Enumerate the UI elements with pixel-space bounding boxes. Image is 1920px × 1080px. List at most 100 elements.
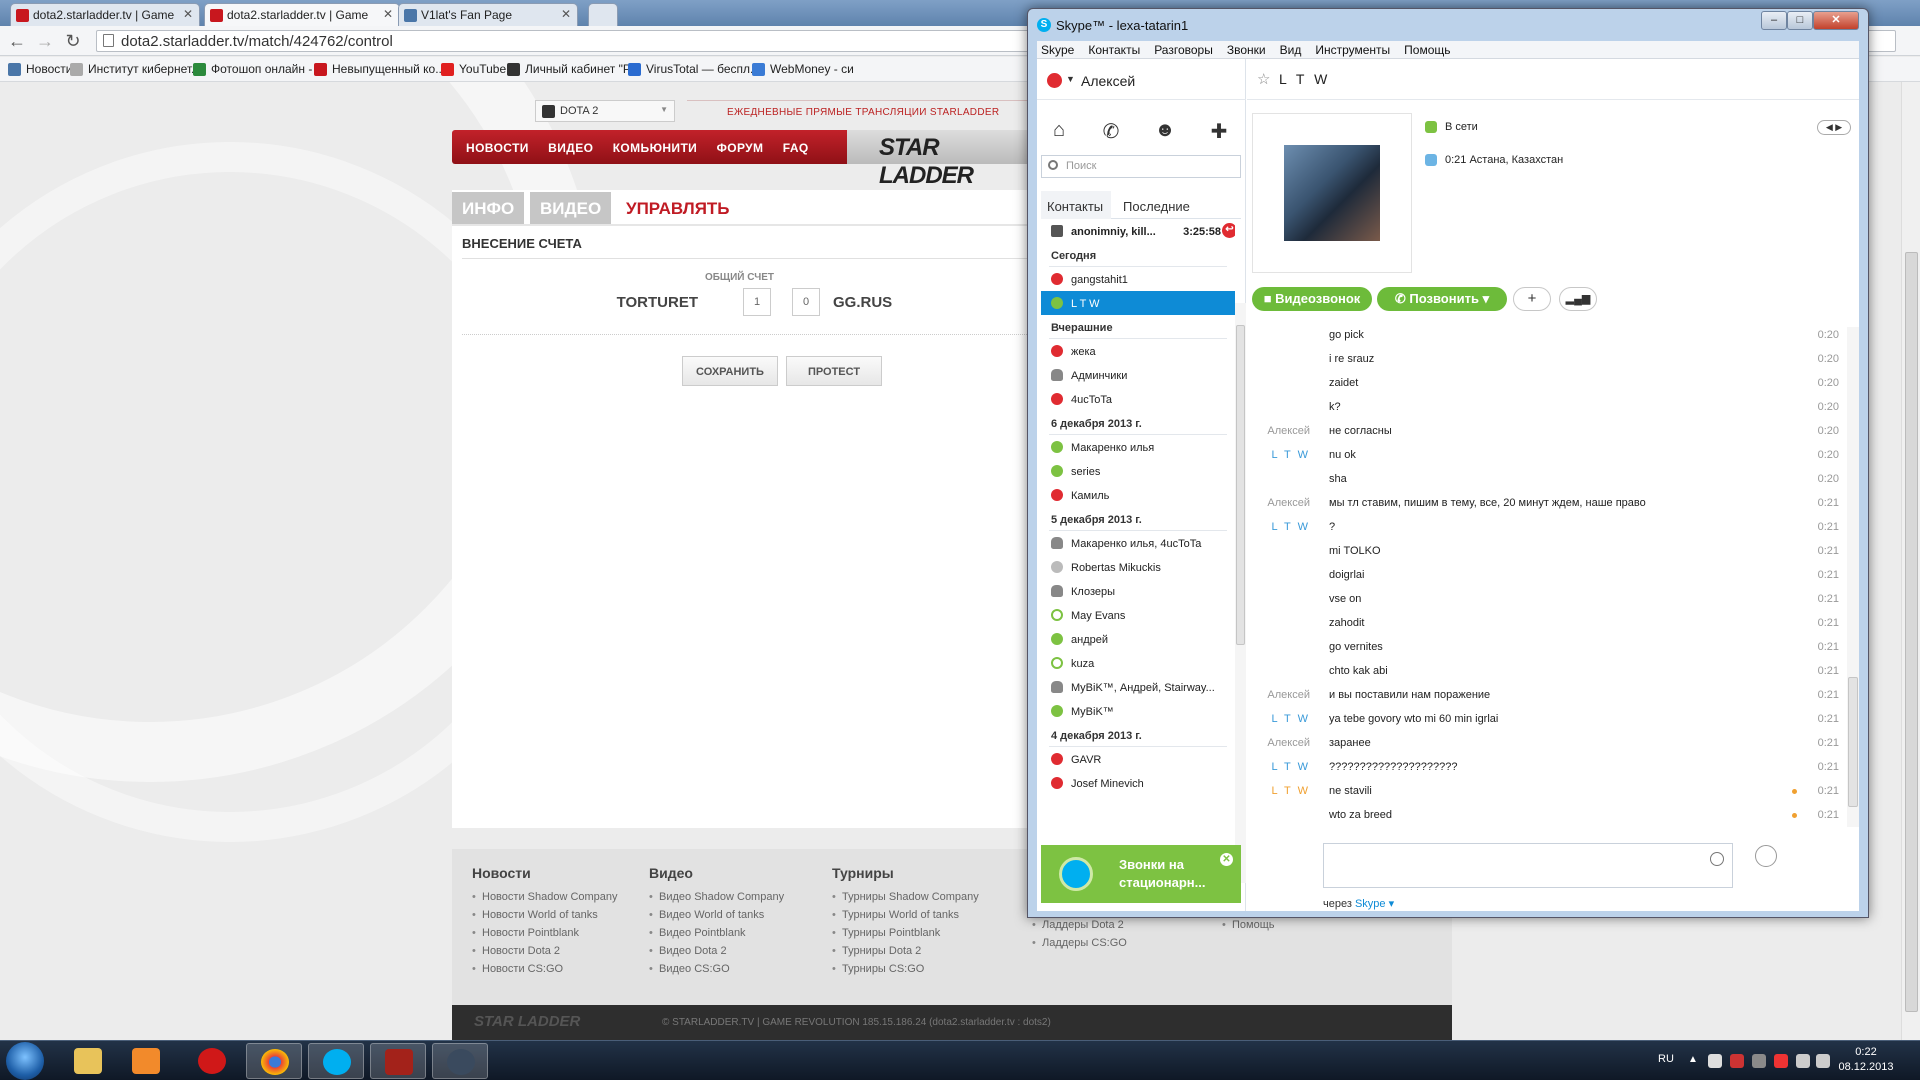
footer-link[interactable]: Новости Dota 2 bbox=[472, 945, 618, 957]
menu-item[interactable]: Skype bbox=[1041, 43, 1074, 57]
clock[interactable]: 0:22 08.12.2013 bbox=[1836, 1045, 1896, 1075]
list-item[interactable]: Макаренко илья bbox=[1041, 435, 1235, 459]
call-button[interactable]: ✆ Позвонить ▾ bbox=[1377, 287, 1507, 311]
media-player-taskbar-button[interactable] bbox=[118, 1043, 174, 1079]
tray-app-icon[interactable] bbox=[1774, 1054, 1788, 1068]
bookmark-item[interactable]: Невыпущенный ко... bbox=[314, 62, 445, 76]
phone-icon[interactable]: ✆ bbox=[1097, 119, 1125, 144]
chevron-down-icon[interactable]: ▾ bbox=[1479, 291, 1490, 306]
list-item[interactable]: Robertas Mikuckis bbox=[1041, 555, 1235, 579]
game-select[interactable]: DOTA 2 ▼ bbox=[535, 100, 675, 122]
list-item[interactable]: kuza bbox=[1041, 651, 1235, 675]
add-contact-icon[interactable]: ✚ bbox=[1205, 119, 1233, 144]
my-profile[interactable]: ▼ Алексей bbox=[1047, 69, 1135, 93]
menu-item[interactable]: Разговоры bbox=[1154, 43, 1213, 57]
list-item[interactable]: series bbox=[1041, 459, 1235, 483]
page-scrollbar[interactable] bbox=[1901, 82, 1920, 1040]
home-icon[interactable]: ⌂ bbox=[1045, 119, 1073, 142]
network-icon[interactable] bbox=[1796, 1054, 1810, 1068]
starladder-logo[interactable]: STAR LADDER bbox=[847, 130, 1037, 189]
menu-item[interactable]: Звонки bbox=[1227, 43, 1266, 57]
opera-taskbar-button[interactable] bbox=[184, 1043, 240, 1079]
tab-control[interactable]: УПРАВЛЯТЬ bbox=[616, 192, 740, 224]
scrollbar-thumb[interactable] bbox=[1848, 677, 1858, 807]
footer-link[interactable]: Видео World of tanks bbox=[649, 909, 784, 921]
reload-icon[interactable]: ↻ bbox=[62, 31, 84, 52]
footer-link[interactable]: Турниры CS:GO bbox=[832, 963, 979, 975]
menu-item[interactable]: Помощь bbox=[1404, 43, 1450, 57]
team-1-score-input[interactable]: 1 bbox=[743, 288, 771, 316]
footer-link[interactable]: Ладдеры CS:GO bbox=[1032, 937, 1161, 949]
chevron-down-icon[interactable]: ▾ bbox=[1389, 898, 1395, 910]
video-call-button[interactable]: ■ Видеозвонок bbox=[1252, 287, 1372, 311]
list-item[interactable]: андрей bbox=[1041, 627, 1235, 651]
footer-link[interactable]: Видео Shadow Company bbox=[649, 891, 784, 903]
tray-app-icon[interactable] bbox=[1730, 1054, 1744, 1068]
footer-link[interactable]: Новости World of tanks bbox=[472, 909, 618, 921]
list-item[interactable]: MyBiK™, Андрей, Stairway... bbox=[1041, 675, 1235, 699]
nav-news[interactable]: НОВОСТИ bbox=[466, 141, 529, 155]
list-item[interactable]: L T W bbox=[1041, 291, 1235, 315]
nav-faq[interactable]: FAQ bbox=[783, 141, 809, 155]
tab-info[interactable]: ИНФО bbox=[452, 192, 525, 224]
profile-nav-arrows[interactable]: ◀ ▶ bbox=[1817, 120, 1851, 135]
close-tab-icon[interactable]: ✕ bbox=[383, 7, 393, 21]
browser-tab-3[interactable]: V1lat's Fan Page ✕ bbox=[398, 3, 578, 26]
footer-link[interactable]: Помощь bbox=[1222, 919, 1296, 931]
list-item[interactable]: Камиль bbox=[1041, 483, 1235, 507]
footer-link[interactable]: Ладдеры Dota 2 bbox=[1032, 919, 1161, 931]
tray-app-icon[interactable] bbox=[1708, 1054, 1722, 1068]
close-icon[interactable]: ✕ bbox=[1220, 853, 1233, 866]
add-people-button[interactable]: + bbox=[1513, 287, 1551, 311]
start-button[interactable] bbox=[6, 1042, 44, 1080]
list-item[interactable]: Josef Minevich bbox=[1041, 771, 1235, 795]
star-icon[interactable]: ☆ bbox=[1257, 70, 1270, 88]
footer-link[interactable]: Турниры Pointblank bbox=[832, 927, 979, 939]
close-tab-icon[interactable]: ✕ bbox=[561, 7, 571, 21]
list-item[interactable]: gangstahit1 bbox=[1041, 267, 1235, 291]
list-item[interactable]: May Evans bbox=[1041, 603, 1235, 627]
window-title-bar[interactable]: S Skype™ - lexa-tatarin1 bbox=[1028, 9, 1868, 41]
list-item[interactable]: 4ucToTa bbox=[1041, 387, 1235, 411]
bookmark-item[interactable]: VirusTotal — беспл... bbox=[628, 62, 760, 76]
search-input[interactable]: Поиск bbox=[1041, 155, 1241, 178]
steam-taskbar-button[interactable] bbox=[432, 1043, 488, 1079]
bookmark-item[interactable]: Новости bbox=[8, 62, 72, 76]
contact-list-scrollbar[interactable] bbox=[1235, 303, 1246, 883]
footer-link[interactable]: Турниры Dota 2 bbox=[832, 945, 979, 957]
bookmark-item[interactable]: Институт кибернет... bbox=[70, 62, 201, 76]
list-item[interactable]: Макаренко илья, 4ucToTa bbox=[1041, 531, 1235, 555]
tab-video[interactable]: ВИДЕО bbox=[530, 192, 612, 224]
nav-video[interactable]: ВИДЕО bbox=[548, 141, 593, 155]
chrome-taskbar-button[interactable] bbox=[246, 1043, 302, 1079]
new-tab-button[interactable] bbox=[588, 3, 618, 26]
via-skype-link[interactable]: Skype bbox=[1355, 898, 1386, 910]
emoticon-icon[interactable] bbox=[1710, 852, 1724, 866]
volume-icon[interactable] bbox=[1816, 1054, 1830, 1068]
language-indicator[interactable]: RU bbox=[1658, 1053, 1674, 1065]
list-item[interactable]: MyBiK™ bbox=[1041, 699, 1235, 723]
browser-tab-2[interactable]: dota2.starladder.tv | Game ✕ bbox=[204, 3, 400, 26]
protest-button[interactable]: ПРОТЕСТ bbox=[786, 356, 882, 386]
nav-community[interactable]: КОМЬЮНИТИ bbox=[613, 141, 698, 155]
skype-taskbar-button[interactable] bbox=[308, 1043, 364, 1079]
status-icon[interactable] bbox=[1047, 73, 1062, 88]
create-group-icon[interactable]: ☻ bbox=[1151, 119, 1179, 142]
message-input[interactable] bbox=[1323, 843, 1733, 888]
footer-link[interactable]: Новости Pointblank bbox=[472, 927, 618, 939]
show-hidden-icons[interactable]: ▲ bbox=[1688, 1054, 1702, 1068]
browser-tab-1[interactable]: dota2.starladder.tv | Game ✕ bbox=[10, 3, 200, 26]
tray-app-icon[interactable] bbox=[1752, 1054, 1766, 1068]
list-item[interactable]: жека bbox=[1041, 339, 1235, 363]
explorer-taskbar-button[interactable] bbox=[60, 1043, 116, 1079]
call-quality-button[interactable]: ▂▄▆ bbox=[1559, 287, 1597, 311]
maximize-button[interactable]: □ bbox=[1787, 11, 1813, 30]
tab-contacts[interactable]: Контакты bbox=[1041, 191, 1112, 219]
menu-item[interactable]: Вид bbox=[1280, 43, 1302, 57]
minimize-button[interactable]: – bbox=[1761, 11, 1787, 30]
close-button[interactable]: ✕ bbox=[1813, 11, 1859, 30]
tab-recent[interactable]: Последние bbox=[1117, 191, 1198, 219]
bookmark-item[interactable]: Личный кабинет "Р... bbox=[507, 62, 639, 76]
chat-scrollbar[interactable] bbox=[1847, 327, 1859, 827]
dota2-taskbar-button[interactable] bbox=[370, 1043, 426, 1079]
